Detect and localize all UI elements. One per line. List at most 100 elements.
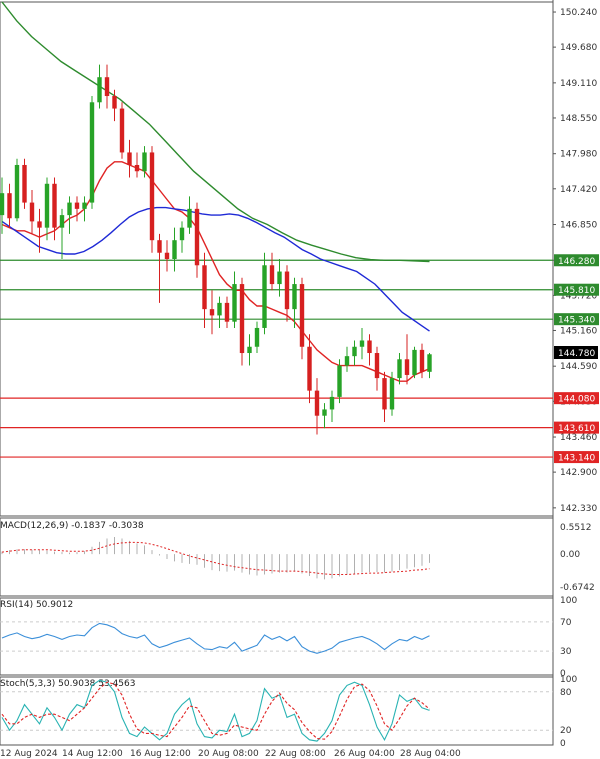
candle-body-53 — [397, 359, 402, 379]
candle-body-13 — [97, 77, 102, 103]
candle-body-54 — [404, 359, 410, 375]
candle-body-2 — [14, 164, 20, 219]
time-label-0: 12 Aug 2024 — [0, 749, 58, 759]
price-tick-label-14: 142.330 — [560, 504, 597, 514]
rsi-tick-label-2: 30 — [560, 647, 572, 657]
level-tag-label-0: 146.280 — [558, 257, 595, 267]
candle-body-44 — [329, 396, 335, 410]
level-tag-label-3: 144.080 — [558, 395, 595, 405]
stoch-tick-label-2: 20 — [560, 726, 572, 736]
candle-body-55 — [412, 349, 417, 375]
candle-body-24 — [179, 227, 185, 241]
stoch-tick-label-0: 100 — [560, 675, 577, 685]
current-price-tag: 144.780 — [554, 346, 598, 359]
price-tick-label-10: 144.590 — [560, 362, 597, 372]
price-tick-label-6: 146.850 — [560, 221, 597, 231]
candle-body-16 — [119, 108, 125, 153]
candle-body-25 — [187, 208, 192, 228]
time-label-2: 16 Aug 12:00 — [130, 749, 191, 759]
candle-body-50 — [374, 353, 380, 379]
current-price-label: 144.780 — [558, 349, 595, 359]
candle-body-20 — [149, 152, 155, 241]
candle-body-1 — [7, 193, 12, 219]
candle-body-26 — [194, 208, 200, 266]
candle-body-19 — [142, 152, 147, 172]
candle-body-38 — [284, 271, 290, 310]
candle-body-46 — [344, 356, 350, 366]
price-tick-label-1: 149.680 — [560, 43, 597, 53]
candle-body-33 — [247, 346, 252, 354]
candle-body-30 — [224, 302, 230, 322]
candle-body-11 — [82, 202, 87, 209]
stoch-tick-label-3: 0 — [560, 739, 566, 749]
candle-body-29 — [217, 302, 222, 316]
candle-body-45 — [337, 365, 342, 397]
candle-body-41 — [307, 346, 312, 391]
candle-body-28 — [209, 309, 215, 316]
candle-body-40 — [299, 284, 305, 347]
candle-body-6 — [44, 183, 50, 228]
level-tag-label-2: 145.340 — [558, 316, 595, 326]
level-tag-label-4: 143.610 — [558, 424, 595, 434]
rsi-label: RSI(14) 50.9012 — [0, 600, 73, 610]
candle-body-31 — [232, 284, 237, 322]
trading-chart: 150.240 149.680 149.110 148.550 147.980 147.4… — [0, 0, 600, 759]
rsi-tick-label-1: 70 — [560, 618, 572, 628]
candle-body-57 — [427, 354, 432, 372]
candle-body-35 — [262, 265, 267, 328]
candle-body-32 — [239, 284, 245, 354]
price-tick-label-2: 149.110 — [560, 79, 597, 89]
candle-body-8 — [59, 215, 65, 228]
candle-body-12 — [89, 102, 95, 203]
candle-body-37 — [277, 271, 282, 285]
candle-body-17 — [127, 152, 132, 165]
candle-body-22 — [164, 252, 170, 259]
candle-body-39 — [292, 284, 297, 310]
macd-tick-label-0: 0.5512 — [560, 523, 592, 533]
candle-body-18 — [134, 164, 140, 172]
candle-body-7 — [52, 183, 57, 228]
candle-body-4 — [29, 202, 35, 222]
price-tick-label-13: 142.900 — [560, 468, 597, 478]
candle-body-27 — [202, 265, 207, 310]
price-tick-label-12: 143.460 — [560, 433, 597, 443]
stoch-tick-label-1: 80 — [560, 688, 572, 698]
candle-body-56 — [419, 349, 425, 372]
candle-body-52 — [389, 378, 395, 410]
level-tag-label-5: 143.140 — [558, 454, 595, 464]
candle-body-23 — [172, 240, 177, 259]
time-label-6: 28 Aug 04:00 — [400, 749, 461, 759]
price-tick-label-0: 150.240 — [560, 8, 597, 18]
candle-body-43 — [322, 409, 327, 416]
candle-body-5 — [37, 221, 42, 228]
candle-body-3 — [22, 164, 27, 203]
price-tick-label-5: 147.420 — [560, 185, 597, 195]
price-tick-label-3: 148.550 — [560, 114, 597, 124]
time-label-5: 26 Aug 04:00 — [334, 749, 395, 759]
candle-body-47 — [352, 346, 357, 357]
candle-body-48 — [359, 340, 365, 347]
candle-body-9 — [67, 202, 72, 216]
candle-body-42 — [314, 390, 320, 416]
candle-body-51 — [382, 378, 387, 410]
time-axis: 12 Aug 2024 14 Aug 12:00 16 Aug 12:00 20 Au… — [0, 749, 461, 759]
stoch-label: Stoch(5,3,3) 50.9038 53.4563 — [0, 679, 135, 689]
level-tag-label-1: 145.810 — [558, 286, 595, 296]
macd-label: MACD(12,26,9) -0.1837 -0.3038 — [0, 521, 144, 531]
rsi-tick-label-0: 100 — [560, 596, 577, 606]
candle-body-14 — [104, 77, 110, 97]
candle-body-15 — [112, 96, 117, 109]
candle-body-21 — [157, 240, 162, 253]
candle-body-10 — [74, 202, 80, 209]
candle-body-36 — [269, 265, 275, 285]
candle-body-34 — [254, 327, 260, 347]
time-label-1: 14 Aug 12:00 — [62, 749, 123, 759]
candle-body-49 — [367, 340, 372, 354]
macd-tick-label-2: -0.6742 — [560, 583, 595, 593]
candle-body-0 — [0, 193, 5, 216]
time-label-4: 22 Aug 08:00 — [265, 749, 326, 759]
time-label-3: 20 Aug 08:00 — [198, 749, 259, 759]
price-tick-label-9: 145.160 — [560, 326, 597, 336]
macd-tick-label-1: 0.00 — [560, 550, 580, 560]
price-tick-label-4: 147.980 — [560, 150, 597, 160]
